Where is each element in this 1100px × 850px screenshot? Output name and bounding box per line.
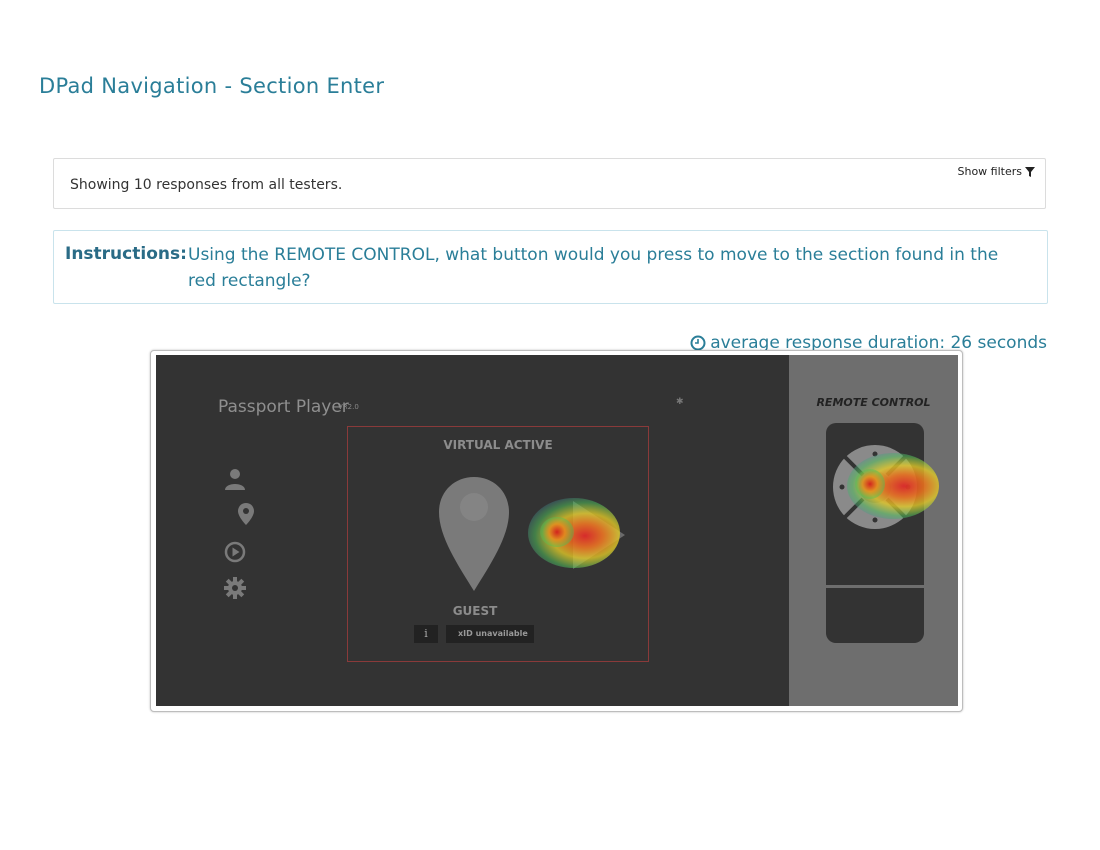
responses-summary-text: Showing 10 responses from all testers.	[70, 177, 343, 193]
dpad-icon[interactable]	[831, 443, 919, 531]
instructions-panel: Instructions: Using the REMOTE CONTROL, …	[53, 230, 1048, 304]
avatar-pin-icon	[439, 477, 509, 591]
show-filters-button[interactable]: Show filters	[957, 165, 1035, 178]
section-label: VIRTUAL ACTIVE	[443, 438, 553, 452]
next-arrow-icon	[573, 501, 625, 569]
play-circle-icon	[224, 541, 246, 563]
bluetooth-icon: ✱	[676, 397, 684, 407]
instructions-label: Instructions:	[65, 244, 187, 264]
filter-icon	[1025, 166, 1035, 177]
heatmap-screenshot[interactable]: Passport Player VR2.0 ✱ VIRTUAL ACTIVE G…	[156, 355, 958, 706]
responses-summary-panel: Showing 10 responses from all testers. S…	[53, 158, 1046, 209]
remote-control-title: REMOTE CONTROL	[816, 396, 931, 409]
person-icon	[225, 469, 245, 490]
remote-control-panel: REMOTE CONTROL	[789, 355, 958, 706]
app-title: Passport Player	[218, 397, 349, 417]
show-filters-label: Show filters	[957, 165, 1023, 178]
instructions-text: Using the REMOTE CONTROL, what button wo…	[188, 245, 999, 291]
location-pin-icon	[238, 503, 254, 525]
remote-divider	[826, 585, 924, 588]
app-version: VR2.0	[338, 403, 359, 411]
gear-icon	[224, 577, 246, 599]
xid-field: xID unavailable	[446, 625, 534, 643]
profile-name: GUEST	[452, 604, 498, 618]
remote-control-body	[826, 423, 924, 643]
clock-icon	[690, 335, 706, 351]
info-button: i	[414, 625, 438, 643]
page-title: DPad Navigation - Section Enter	[39, 74, 385, 98]
